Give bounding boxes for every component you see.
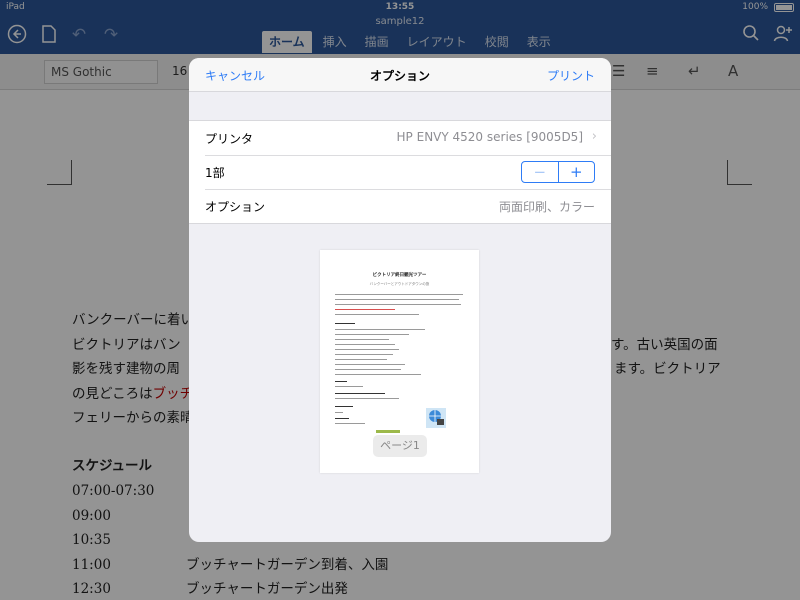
preview-title: ビクトリア終日観光ツアー bbox=[372, 273, 427, 278]
options-value: 両面印刷、カラー bbox=[498, 200, 595, 214]
preview-heading-line bbox=[335, 393, 385, 395]
printer-value: HP ENVY 4520 series [9005D5] bbox=[396, 130, 583, 144]
options-list: プリンタ HP ENVY 4520 series [9005D5] › 1部 −… bbox=[189, 120, 611, 224]
preview-text-line bbox=[335, 294, 463, 295]
print-button[interactable]: プリント bbox=[547, 67, 595, 84]
print-options-dialog: キャンセル オプション プリント プリンタ HP ENVY 4520 serie… bbox=[189, 58, 611, 542]
preview-logo bbox=[376, 430, 400, 433]
copies-label: 1部 bbox=[205, 166, 225, 180]
preview-text-line bbox=[335, 334, 409, 335]
preview-text-line bbox=[335, 339, 389, 340]
preview-text-line bbox=[335, 354, 393, 355]
preview-text-line bbox=[335, 369, 401, 370]
preview-text-line bbox=[335, 386, 363, 387]
preview-text-line bbox=[335, 344, 395, 345]
dialog-header: キャンセル オプション プリント bbox=[189, 58, 611, 92]
copies-row: 1部 − + bbox=[189, 155, 611, 189]
preview-text-line bbox=[335, 309, 395, 310]
copies-stepper: − + bbox=[521, 161, 595, 183]
preview-text-line bbox=[335, 314, 419, 315]
preview-heading-line bbox=[335, 406, 353, 408]
chevron-right-icon: › bbox=[591, 129, 597, 144]
printer-row[interactable]: プリンタ HP ENVY 4520 series [9005D5] › bbox=[189, 121, 611, 155]
decrement-button[interactable]: − bbox=[522, 162, 559, 182]
preview-text-line bbox=[335, 329, 425, 330]
preview-text-line bbox=[335, 359, 387, 360]
preview-text-line bbox=[335, 398, 399, 399]
preview-text-line bbox=[335, 423, 365, 424]
preview-heading-line bbox=[335, 323, 355, 325]
options-label: オプション bbox=[205, 200, 266, 214]
preview-heading-line bbox=[335, 381, 347, 383]
preview-heading-line bbox=[335, 418, 349, 420]
options-row[interactable]: オプション 両面印刷、カラー bbox=[189, 189, 611, 223]
preview-text-line bbox=[335, 364, 405, 365]
page-preview[interactable]: ビクトリア終日観光ツアー バンクーバーとアウトドアタウンの旅 ページ1 bbox=[320, 250, 479, 473]
preview-text-line bbox=[335, 412, 343, 413]
increment-button[interactable]: + bbox=[559, 162, 595, 182]
globe-icon bbox=[426, 408, 446, 428]
page-number-badge: ページ1 bbox=[373, 435, 427, 457]
preview-text-line bbox=[335, 299, 459, 300]
preview-text-line bbox=[335, 304, 461, 305]
preview-subtitle: バンクーバーとアウトドアタウンの旅 bbox=[369, 282, 430, 286]
preview-text-line bbox=[335, 374, 421, 375]
printer-label: プリンタ bbox=[205, 132, 254, 146]
preview-text-line bbox=[335, 349, 399, 350]
